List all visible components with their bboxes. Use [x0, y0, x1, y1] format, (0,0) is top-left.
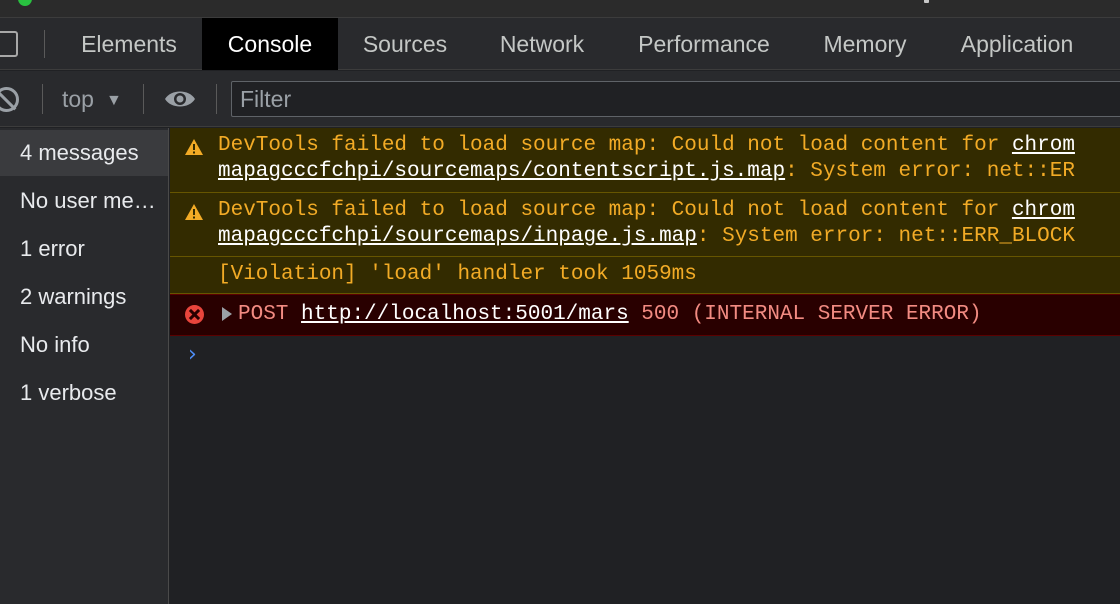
error-icon: [185, 305, 204, 324]
devtools-tab-bar: Elements Console Sources Network Perform…: [0, 18, 1120, 70]
warning-icon: [185, 204, 203, 220]
console-message-warning: DevTools failed to load source map: Coul…: [170, 193, 1120, 257]
tab-performance[interactable]: Performance: [616, 18, 792, 70]
tab-console[interactable]: Console: [202, 18, 338, 70]
console-message-error[interactable]: POST http://localhost:5001/mars 500 (INT…: [170, 294, 1120, 336]
source-link[interactable]: mapagcccfchpi/sourcemaps/inpage.js.map: [218, 225, 697, 248]
message-text: [Violation] 'load' handler took 1059ms: [218, 263, 697, 286]
tab-elements[interactable]: Elements: [60, 18, 198, 70]
source-link[interactable]: chrom: [1012, 199, 1075, 222]
expand-triangle-icon[interactable]: [222, 307, 232, 321]
message-text-part: : System error: net::ER: [785, 160, 1075, 183]
message-text: mapagcccfchpi/sourcemaps/inpage.js.map: …: [218, 224, 1075, 250]
source-link[interactable]: mapagcccfchpi/sourcemaps/contentscript.j…: [218, 160, 785, 183]
sidebar-item-verbose[interactable]: 1 verbose: [0, 370, 168, 416]
context-label: top: [62, 86, 94, 112]
console-messages: DevTools failed to load source map: Coul…: [170, 128, 1120, 604]
http-status: 500 (INTERNAL SERVER ERROR): [641, 303, 982, 326]
toolbar-divider: [216, 84, 217, 114]
request-url-link[interactable]: http://localhost:5001/mars: [301, 303, 629, 326]
sidebar-item-user-messages[interactable]: No user me…: [0, 178, 168, 224]
message-text-part: DevTools failed to load source map: Coul…: [218, 199, 1012, 222]
console-message-warning: DevTools failed to load source map: Coul…: [170, 128, 1120, 193]
message-text-part: : System error: net::ERR_BLOCK: [696, 225, 1075, 248]
tab-sources[interactable]: Sources: [342, 18, 468, 70]
context-selector[interactable]: top ▼: [62, 83, 122, 115]
message-text-part: DevTools failed to load source map: Coul…: [218, 134, 1012, 157]
sidebar-item-info[interactable]: No info: [0, 322, 168, 368]
eye-icon[interactable]: [164, 88, 196, 110]
http-method: POST: [238, 303, 289, 326]
tab-memory[interactable]: Memory: [802, 18, 928, 70]
warning-icon: [185, 139, 203, 155]
tab-divider: [44, 30, 45, 58]
message-text: mapagcccfchpi/sourcemaps/contentscript.j…: [218, 159, 1075, 185]
toolbar-divider: [42, 84, 43, 114]
message-text: POST http://localhost:5001/mars 500 (INT…: [238, 302, 982, 328]
device-toolbar-icon[interactable]: [0, 31, 18, 57]
console-sidebar: 4 messages No user me… 1 error 2 warning…: [0, 128, 169, 604]
sidebar-item-messages[interactable]: 4 messages: [0, 130, 168, 176]
title-fragment: [924, 0, 929, 3]
tab-application[interactable]: Application: [938, 18, 1096, 70]
clear-console-icon[interactable]: [0, 87, 19, 112]
sidebar-item-errors[interactable]: 1 error: [0, 226, 168, 272]
console-toolbar: top ▼: [0, 71, 1120, 127]
console-prompt-icon[interactable]: ›: [188, 342, 197, 367]
toolbar-divider: [143, 84, 144, 114]
window-zoom-button[interactable]: [18, 0, 32, 6]
source-link[interactable]: chrom: [1012, 134, 1075, 157]
console-message-violation: [Violation] 'load' handler took 1059ms: [170, 257, 1120, 294]
sidebar-item-warnings[interactable]: 2 warnings: [0, 274, 168, 320]
message-text: DevTools failed to load source map: Coul…: [218, 133, 1075, 159]
filter-input[interactable]: [231, 81, 1120, 117]
dropdown-arrow-icon: ▼: [105, 92, 122, 109]
tab-network[interactable]: Network: [478, 18, 606, 70]
window-title-strip: [0, 0, 1120, 18]
message-text: DevTools failed to load source map: Coul…: [218, 198, 1075, 224]
